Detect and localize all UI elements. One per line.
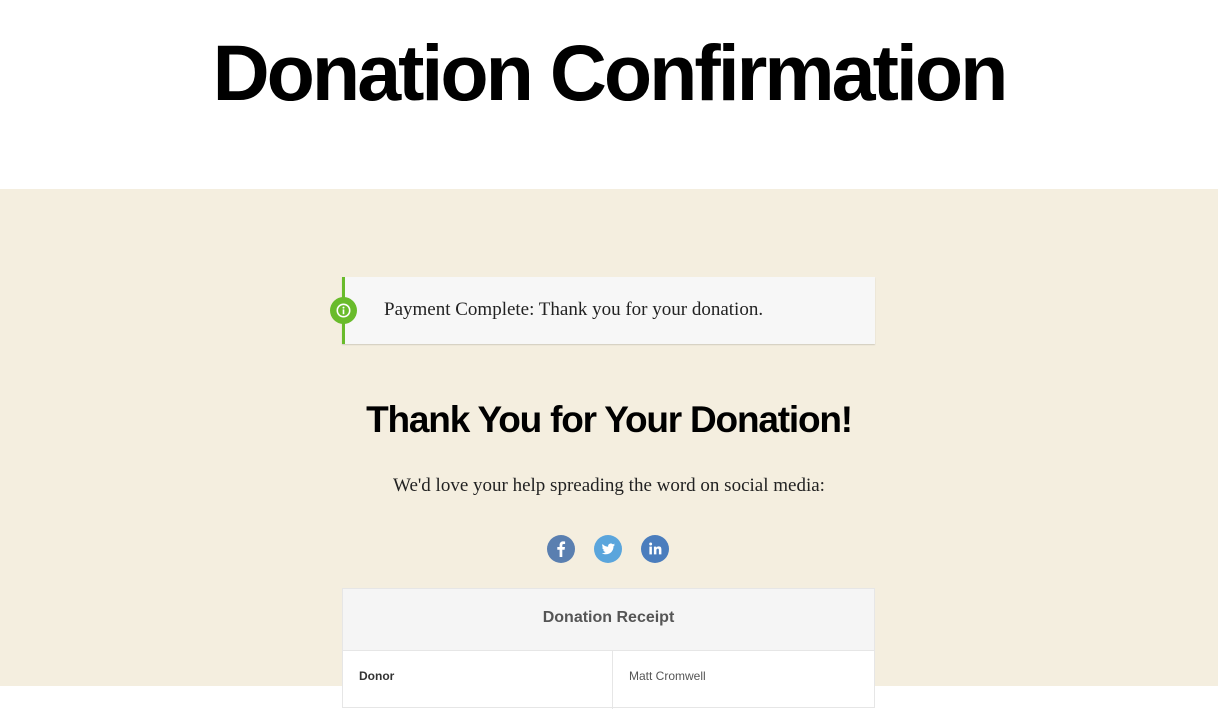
receipt-row-donor: Donor Matt Cromwell <box>343 651 874 709</box>
facebook-share-button[interactable] <box>547 535 575 563</box>
info-icon <box>330 297 357 324</box>
donation-receipt: Donation Receipt Donor Matt Cromwell <box>342 588 875 709</box>
receipt-header: Donation Receipt <box>343 589 874 651</box>
facebook-icon <box>557 541 566 557</box>
twitter-icon <box>601 543 615 555</box>
linkedin-icon <box>649 542 662 555</box>
payment-notice: Payment Complete: Thank you for your don… <box>330 277 875 344</box>
page-title: Donation Confirmation <box>212 28 1009 117</box>
share-prompt: We'd love your help spreading the word o… <box>393 475 825 496</box>
content-area: Payment Complete: Thank you for your don… <box>0 189 1218 709</box>
receipt-value: Matt Cromwell <box>629 669 706 683</box>
page-header: Donation Confirmation <box>0 0 1218 189</box>
column-divider <box>612 651 613 709</box>
linkedin-share-button[interactable] <box>641 535 669 563</box>
thanks-heading: Thank You for Your Donation! <box>366 399 853 440</box>
receipt-label: Donor <box>359 669 395 683</box>
twitter-share-button[interactable] <box>594 535 622 563</box>
notice-text: Payment Complete: Thank you for your don… <box>384 299 764 320</box>
receipt-title: Donation Receipt <box>542 609 675 626</box>
